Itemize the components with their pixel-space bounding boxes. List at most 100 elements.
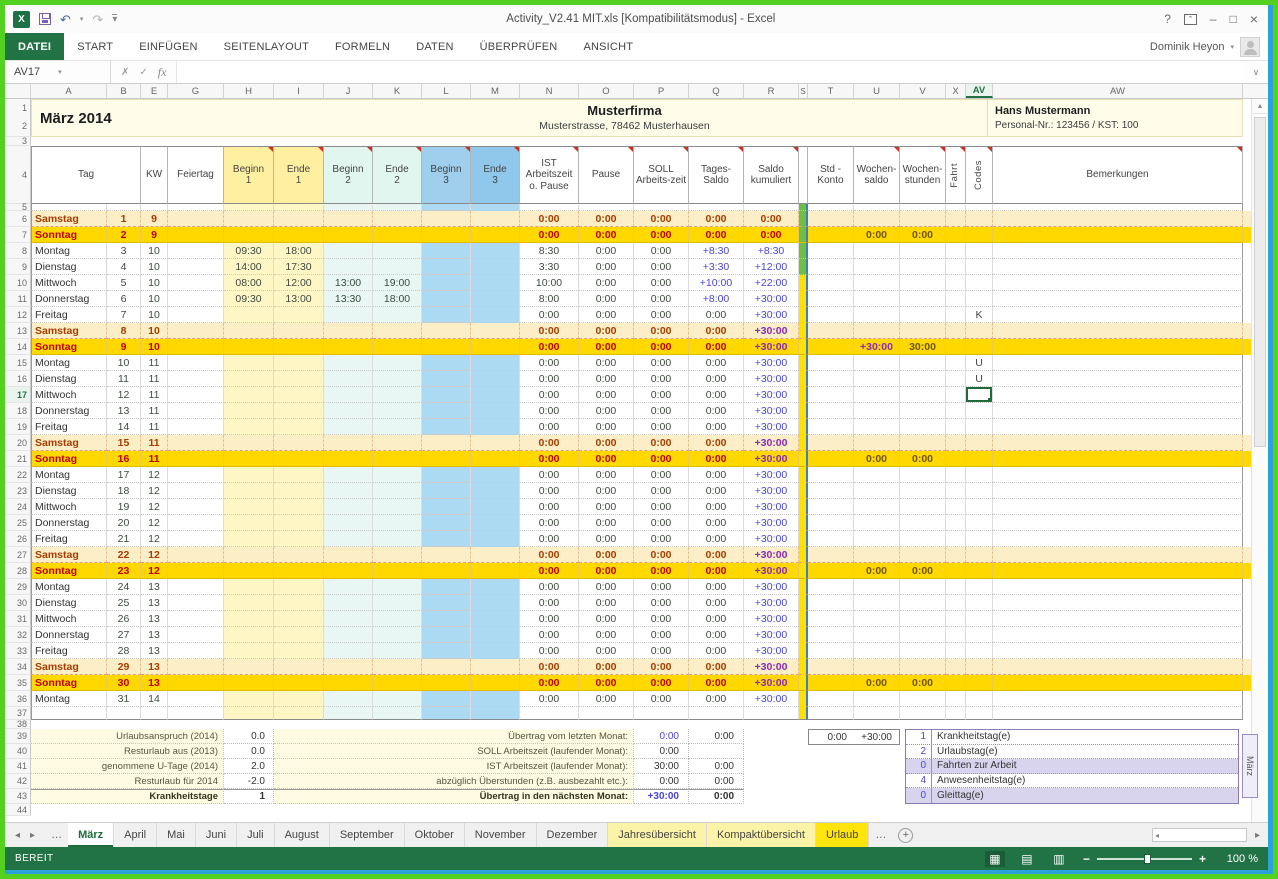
cell[interactable]: 0:00: [520, 339, 579, 355]
cell[interactable]: 5: [107, 275, 141, 291]
cell[interactable]: [422, 204, 471, 211]
cell[interactable]: 19:00: [373, 275, 422, 291]
cell[interactable]: 0:00: [689, 211, 744, 227]
cell[interactable]: [966, 563, 993, 579]
cell[interactable]: [274, 611, 324, 627]
cell[interactable]: [373, 547, 422, 563]
cell[interactable]: [993, 211, 1243, 227]
cell[interactable]: [808, 355, 854, 371]
row-number[interactable]: 12: [5, 307, 31, 323]
cell[interactable]: [993, 579, 1243, 595]
cell[interactable]: [799, 659, 808, 675]
cell[interactable]: [422, 499, 471, 515]
cell[interactable]: [946, 515, 966, 531]
cell[interactable]: [168, 707, 224, 720]
cell[interactable]: [373, 595, 422, 611]
cell[interactable]: [324, 435, 373, 451]
cell[interactable]: [471, 483, 520, 499]
cell[interactable]: [324, 515, 373, 531]
scroll-up-icon[interactable]: ▲: [1252, 99, 1268, 114]
select-all-corner[interactable]: [5, 84, 31, 98]
cell[interactable]: 0:00: [520, 611, 579, 627]
cell[interactable]: 4: [107, 259, 141, 275]
cell[interactable]: [422, 595, 471, 611]
cell[interactable]: [799, 643, 808, 659]
cell[interactable]: +30:00: [744, 483, 799, 499]
tab-overflow-dots[interactable]: …: [45, 823, 68, 847]
cell[interactable]: [900, 307, 946, 323]
cell[interactable]: 0:00: [634, 259, 689, 275]
cell[interactable]: 13: [141, 579, 168, 595]
cell[interactable]: [808, 323, 854, 339]
column-header-R[interactable]: R: [744, 84, 799, 98]
cell[interactable]: [993, 291, 1243, 307]
cell[interactable]: [993, 627, 1243, 643]
cell[interactable]: 0:00: [689, 515, 744, 531]
summary-mid-value1[interactable]: 0:00: [634, 774, 689, 789]
cell[interactable]: 08:00: [224, 275, 274, 291]
column-header-AW[interactable]: AW: [993, 84, 1243, 98]
cell[interactable]: [168, 387, 224, 403]
cell[interactable]: [854, 419, 900, 435]
header-spacer-col[interactable]: [799, 146, 808, 204]
cell[interactable]: [471, 547, 520, 563]
cell[interactable]: [471, 531, 520, 547]
cell[interactable]: 0:00: [689, 355, 744, 371]
cell[interactable]: 14: [107, 419, 141, 435]
cell[interactable]: [274, 563, 324, 579]
cell[interactable]: [373, 611, 422, 627]
row-number[interactable]: 17: [5, 387, 31, 403]
save-icon[interactable]: [39, 13, 51, 25]
cell[interactable]: [808, 579, 854, 595]
cell[interactable]: [422, 483, 471, 499]
cell[interactable]: [471, 227, 520, 243]
cell[interactable]: [324, 451, 373, 467]
cell[interactable]: [168, 403, 224, 419]
cell[interactable]: U: [966, 355, 993, 371]
cell[interactable]: [946, 339, 966, 355]
month-side-tab[interactable]: März: [1242, 734, 1258, 798]
cell[interactable]: 0:00: [689, 451, 744, 467]
header-tages-saldo[interactable]: Tages-Saldo: [689, 146, 744, 204]
cell[interactable]: [744, 707, 799, 720]
cell-day[interactable]: Mittwoch: [31, 387, 107, 403]
cell[interactable]: 0:00: [579, 531, 634, 547]
cell[interactable]: [854, 515, 900, 531]
cell[interactable]: [808, 339, 854, 355]
cell[interactable]: [168, 531, 224, 547]
cell[interactable]: [854, 643, 900, 659]
column-header-K[interactable]: K: [373, 84, 422, 98]
cell[interactable]: 24: [107, 579, 141, 595]
cell[interactable]: 0:00: [579, 387, 634, 403]
cell[interactable]: 0:00: [689, 611, 744, 627]
column-header-L[interactable]: L: [422, 84, 471, 98]
cell[interactable]: 3:30: [520, 259, 579, 275]
column-header-B[interactable]: B: [107, 84, 141, 98]
cell[interactable]: [324, 355, 373, 371]
cell[interactable]: [854, 627, 900, 643]
cell[interactable]: [373, 387, 422, 403]
cell[interactable]: [373, 531, 422, 547]
row-number[interactable]: 26: [5, 531, 31, 547]
cell[interactable]: 11: [141, 387, 168, 403]
cell[interactable]: [993, 563, 1243, 579]
cell[interactable]: [808, 451, 854, 467]
formula-input[interactable]: [177, 61, 1244, 83]
cell[interactable]: [224, 451, 274, 467]
row-number[interactable]: 4: [5, 146, 31, 204]
cell[interactable]: [808, 291, 854, 307]
row-number[interactable]: 14: [5, 339, 31, 355]
cell[interactable]: [224, 675, 274, 691]
undo-caret-icon[interactable]: ▾: [80, 15, 84, 23]
cell[interactable]: 10: [141, 307, 168, 323]
cell[interactable]: [274, 227, 324, 243]
cell[interactable]: 0:00: [744, 227, 799, 243]
cell[interactable]: 11: [107, 371, 141, 387]
cell[interactable]: [422, 611, 471, 627]
cell[interactable]: [808, 675, 854, 691]
cell[interactable]: [373, 339, 422, 355]
cell[interactable]: 0:00: [520, 451, 579, 467]
row-number[interactable]: 32: [5, 627, 31, 643]
cell[interactable]: [471, 275, 520, 291]
ribbon-display-options-icon[interactable]: ⌃: [1184, 14, 1197, 25]
